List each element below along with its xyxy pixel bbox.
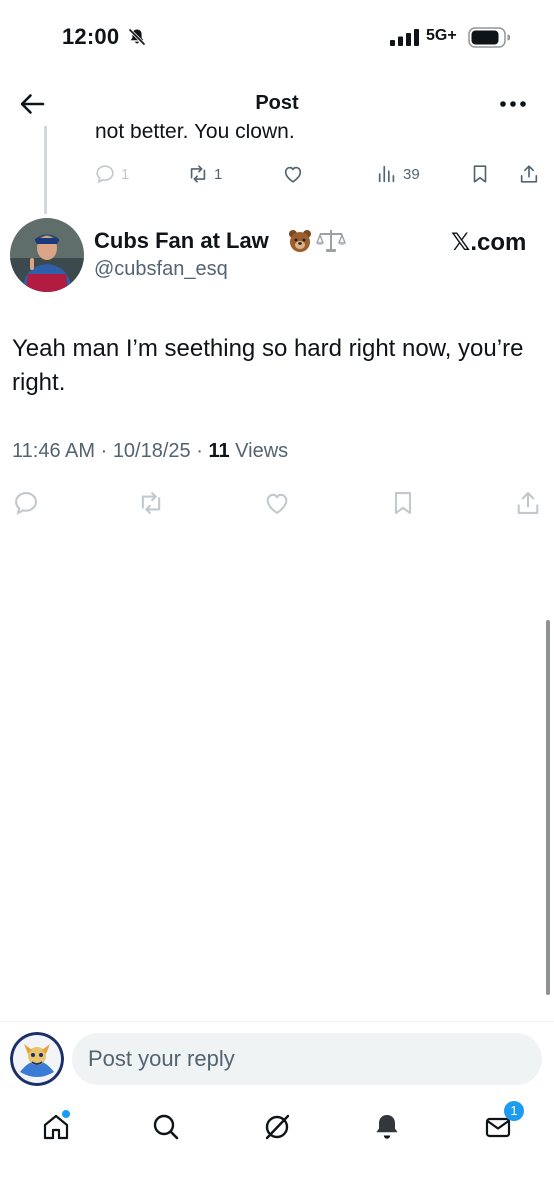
source-label: 𝕏.com <box>451 229 527 256</box>
bottom-tab-bar: 1 <box>0 1095 554 1200</box>
author-handle[interactable]: @cubsfan_esq <box>94 258 228 281</box>
parent-post-actions: 1 1 39 <box>0 163 554 189</box>
repost-icon <box>190 165 206 183</box>
tab-search[interactable] <box>146 1107 186 1147</box>
views-count[interactable]: 11 <box>208 440 229 462</box>
home-unread-dot <box>62 1110 70 1118</box>
more-icon[interactable] <box>497 92 529 116</box>
parent-repost-count: 1 <box>214 165 223 183</box>
reply-input[interactable]: Post your reply <box>72 1033 542 1085</box>
author-name[interactable]: Cubs Fan at Law <box>94 228 269 254</box>
reply-icon[interactable] <box>12 489 40 517</box>
tab-home[interactable] <box>36 1107 76 1147</box>
grok-icon <box>265 1114 290 1140</box>
scrollbar[interactable] <box>546 620 550 995</box>
post-actions <box>0 489 554 517</box>
views-label[interactable]: Views <box>235 440 288 462</box>
nav-header: Post <box>0 82 554 126</box>
analytics-icon <box>378 165 395 183</box>
post-metadata: 11:46 AM · 10/18/25 · 11 Views <box>12 440 288 463</box>
post-date: 10/18/25 <box>112 440 191 462</box>
reply-composer: Post your reply <box>0 1021 554 1095</box>
bell-icon <box>376 1115 398 1139</box>
parent-views-button[interactable]: 39 <box>376 163 420 185</box>
page-title: Post <box>255 92 299 114</box>
reply-icon <box>96 165 114 184</box>
user-avatar[interactable] <box>10 1032 64 1086</box>
heart-icon <box>284 166 302 183</box>
avatar-image <box>10 218 84 292</box>
parent-bookmark-button[interactable] <box>469 163 491 185</box>
parent-post-text: not better. You clown. <box>95 124 295 143</box>
parent-repost-button[interactable]: 1 <box>187 163 222 185</box>
separator: · <box>100 440 113 462</box>
repost-icon[interactable] <box>137 489 165 517</box>
bookmark-icon[interactable] <box>389 489 417 517</box>
parent-share-button[interactable] <box>518 163 540 185</box>
bookmark-icon <box>473 165 487 183</box>
tab-grok[interactable] <box>257 1107 297 1147</box>
separator: · <box>196 440 209 462</box>
post-time: 11:46 AM <box>12 440 96 462</box>
post-text: Yeah man I’m seething so hard right now,… <box>12 335 524 396</box>
search-icon <box>153 1114 179 1140</box>
bear-scales-emoji-icon <box>289 230 346 252</box>
share-icon[interactable] <box>514 489 542 517</box>
network-indicator: 5G+ <box>426 27 457 44</box>
tab-messages[interactable]: 1 <box>478 1101 524 1147</box>
battery-icon <box>468 27 510 48</box>
messages-badge: 1 <box>504 1101 524 1121</box>
user-avatar-image <box>10 1032 64 1086</box>
bell-slash-icon <box>128 28 146 46</box>
share-icon <box>520 165 538 183</box>
parent-like-button[interactable] <box>282 163 304 185</box>
signal-icon <box>390 29 419 46</box>
tab-notifications[interactable] <box>367 1107 407 1147</box>
status-bar: 12:00 5G+ <box>0 0 554 78</box>
parent-reply-count: 1 <box>121 165 130 183</box>
author-avatar[interactable] <box>10 218 84 292</box>
heart-icon[interactable] <box>263 489 291 517</box>
parent-reply-button[interactable]: 1 <box>94 163 129 185</box>
parent-views-count: 39 <box>403 165 420 183</box>
status-time: 12:00 <box>62 24 120 49</box>
